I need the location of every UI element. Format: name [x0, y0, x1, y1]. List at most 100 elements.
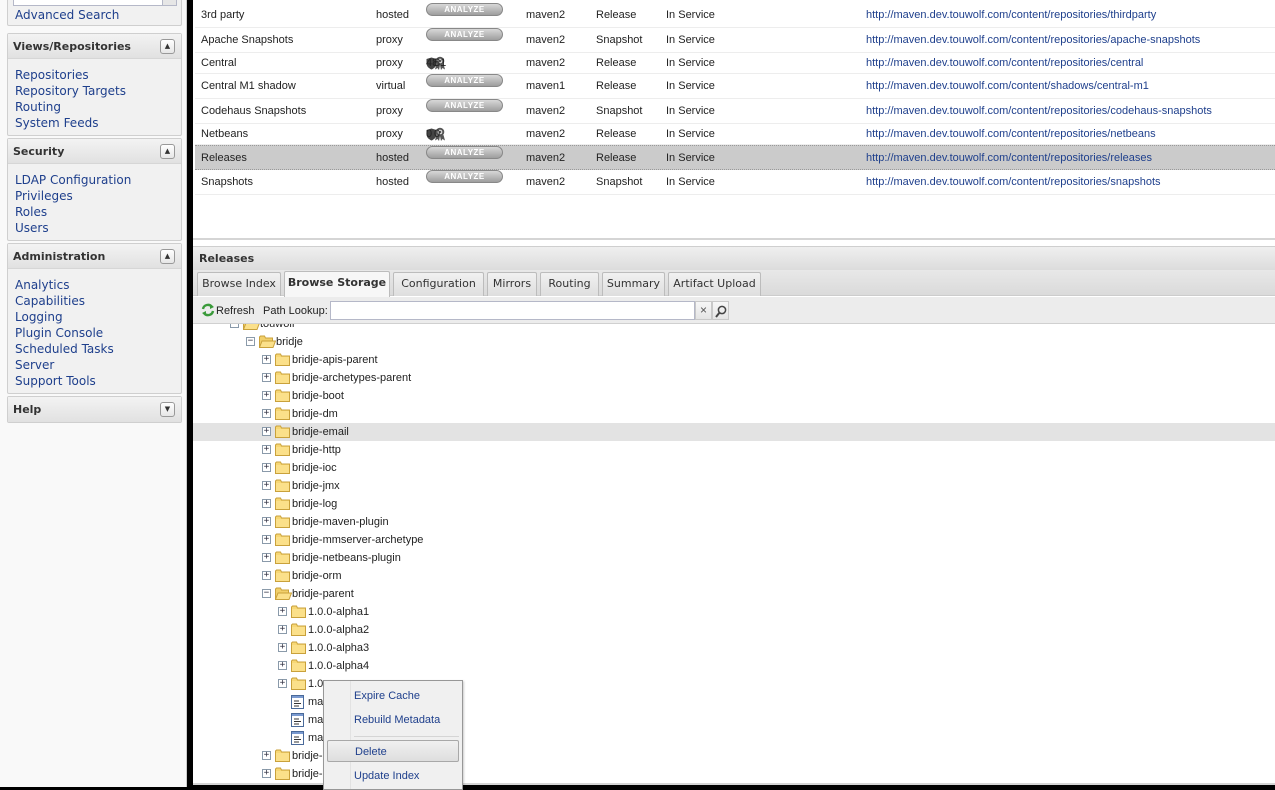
sidebar-item-logging[interactable]: Logging [15, 309, 181, 325]
expand-icon[interactable]: + [278, 643, 287, 652]
search-button[interactable] [162, 0, 177, 6]
path-lookup-input[interactable] [330, 301, 695, 320]
expand-icon[interactable]: + [262, 769, 271, 778]
clear-icon[interactable]: × [695, 301, 712, 320]
menu-item-delete[interactable]: Delete [327, 740, 459, 762]
tab-browse-storage[interactable]: Browse Storage [284, 271, 390, 297]
analyze-button[interactable]: ANALYZE [426, 3, 503, 16]
sidebar-item-repositories[interactable]: Repositories [15, 67, 181, 83]
repo-url-link[interactable]: http://maven.dev.touwolf.com/content/rep… [866, 99, 1212, 124]
sidebar-item-support-tools[interactable]: Support Tools [15, 373, 181, 389]
repository-row[interactable]: Central M1 shadow virtual ANALYZE maven1 Rel… [195, 74, 1275, 99]
panel-header[interactable]: Security ▲ [8, 139, 181, 164]
tree-folder[interactable]: +1.0.0-alpha2 [193, 621, 1275, 639]
sidebar-item-plugin-console[interactable]: Plugin Console [15, 325, 181, 341]
tree-folder[interactable]: + bridje-ioc [193, 459, 1275, 477]
collapse-icon[interactable]: − [246, 337, 255, 346]
sidebar-item-users[interactable]: Users [15, 220, 181, 236]
sidebar-item-routing[interactable]: Routing [15, 99, 181, 115]
repo-url-link[interactable]: http://maven.dev.touwolf.com/content/rep… [866, 53, 1143, 74]
splitter[interactable] [193, 238, 1275, 240]
tree-folder[interactable]: + bridje-dm [193, 405, 1275, 423]
repo-url-link[interactable]: http://maven.dev.touwolf.com/content/sha… [866, 74, 1149, 99]
tab-mirrors[interactable]: Mirrors [487, 272, 537, 296]
repo-url-link[interactable]: http://maven.dev.touwolf.com/content/rep… [866, 28, 1200, 53]
analyze-button[interactable]: ANALYZE [426, 99, 503, 112]
repository-row[interactable]: 3rd party hosted ANALYZE maven2 Release In Se… [195, 3, 1275, 28]
repo-url-link[interactable]: http://maven.dev.touwolf.com/content/rep… [866, 124, 1156, 145]
sidebar-item-server[interactable]: Server [15, 357, 181, 373]
expand-icon[interactable]: + [262, 373, 271, 382]
tree-folder[interactable]: +1.0.0-alpha1 [193, 603, 1275, 621]
sidebar-item-roles[interactable]: Roles [15, 204, 181, 220]
expand-icon[interactable]: + [262, 463, 271, 472]
expand-icon[interactable]: + [262, 481, 271, 490]
repo-url-link[interactable]: http://maven.dev.touwolf.com/content/rep… [866, 146, 1152, 171]
expand-icon[interactable]: + [278, 661, 287, 670]
expand-icon[interactable]: + [262, 445, 271, 454]
tree-folder[interactable]: + bridje-email [193, 423, 1275, 441]
tree-folder[interactable]: + bridje-orm [193, 567, 1275, 585]
analyze-button[interactable]: ANALYZE [426, 74, 503, 87]
tree-folder[interactable]: + bridje-log [193, 495, 1275, 513]
collapse-icon[interactable]: − [230, 324, 239, 328]
tree-folder[interactable]: − touwolf [193, 324, 1275, 333]
analyze-button[interactable]: ANALYZE [426, 146, 503, 159]
panel-header[interactable]: Help ▼ [8, 397, 181, 422]
repository-row[interactable]: Snapshots hosted ANALYZE maven2 Snapshot In S… [195, 170, 1275, 195]
analyze-button[interactable]: ANALYZE [426, 170, 503, 183]
sidebar-item-system-feeds[interactable]: System Feeds [15, 115, 181, 131]
tab-configuration[interactable]: Configuration [393, 272, 484, 296]
expand-icon[interactable]: + [278, 625, 287, 634]
tab-artifact-upload[interactable]: Artifact Upload [668, 272, 761, 296]
expand-icon[interactable]: + [278, 607, 287, 616]
expand-icon[interactable]: + [262, 751, 271, 760]
tree-folder[interactable]: + bridje-http [193, 441, 1275, 459]
tree-folder[interactable]: + bridje-maven-plugin [193, 513, 1275, 531]
expand-icon[interactable]: + [278, 679, 287, 688]
expand-icon[interactable]: + [262, 571, 271, 580]
tab-routing[interactable]: Routing [540, 272, 599, 296]
tree-folder[interactable]: − bridje [193, 333, 1275, 351]
tree-folder[interactable]: +1.0.0-alpha3 [193, 639, 1275, 657]
sidebar-item-capabilities[interactable]: Capabilities [15, 293, 181, 309]
repository-row[interactable]: Releases hosted ANALYZE maven2 Release In Ser… [195, 145, 1275, 170]
repo-url-link[interactable]: http://maven.dev.touwolf.com/content/rep… [866, 170, 1161, 195]
tab-summary[interactable]: Summary [602, 272, 665, 296]
menu-item-expire-cache[interactable]: Expire Cache [327, 685, 459, 707]
repository-row[interactable]: Central proxy 48 81 maven2 Release In Servic… [195, 53, 1275, 74]
tree-folder[interactable]: + bridje-apis-parent [193, 351, 1275, 369]
sidebar-item-repository-targets[interactable]: Repository Targets [15, 83, 181, 99]
expand-icon[interactable]: + [262, 427, 271, 436]
menu-item-update-index[interactable]: Update Index [327, 765, 459, 787]
expand-icon[interactable]: + [262, 409, 271, 418]
expand-icon[interactable]: + [262, 517, 271, 526]
tree-folder[interactable]: + bridje-netbeans-plugin [193, 549, 1275, 567]
tree-folder[interactable]: + bridje-mmserver-archetype [193, 531, 1275, 549]
sidebar-item-privileges[interactable]: Privileges [15, 188, 181, 204]
expand-icon[interactable]: + [262, 499, 271, 508]
collapse-icon[interactable]: ▲ [160, 144, 175, 159]
repository-row[interactable]: Codehaus Snapshots proxy ANALYZE maven2 Snap… [195, 99, 1275, 124]
tree-folder[interactable]: + bridje-boot [193, 387, 1275, 405]
tab-browse-index[interactable]: Browse Index [197, 272, 281, 296]
sidebar-item-scheduled-tasks[interactable]: Scheduled Tasks [15, 341, 181, 357]
collapse-icon[interactable]: ▲ [160, 249, 175, 264]
tree-folder[interactable]: − bridje-parent [193, 585, 1275, 603]
repository-row[interactable]: Netbeans proxy 0 0 maven2 Release In Service… [195, 124, 1275, 145]
advanced-search-link[interactable]: Advanced Search [15, 7, 119, 23]
search-icon[interactable] [712, 301, 729, 320]
expand-icon[interactable]: + [262, 355, 271, 364]
collapse-icon[interactable]: − [262, 589, 271, 598]
refresh-button[interactable]: Refresh [200, 303, 255, 317]
tree-folder[interactable]: +1.0.0-alpha4 [193, 657, 1275, 675]
expand-icon[interactable]: + [262, 553, 271, 562]
sidebar-item-ldap-configuration[interactable]: LDAP Configuration [15, 172, 181, 188]
collapse-icon[interactable]: ▲ [160, 39, 175, 54]
tree-folder[interactable]: + bridje-jmx [193, 477, 1275, 495]
menu-item-rebuild-metadata[interactable]: Rebuild Metadata [327, 709, 459, 731]
expand-icon[interactable]: + [262, 391, 271, 400]
tree-folder[interactable]: + bridje-archetypes-parent [193, 369, 1275, 387]
panel-header[interactable]: Views/Repositories ▲ [8, 34, 181, 59]
panel-header[interactable]: Administration ▲ [8, 244, 181, 269]
